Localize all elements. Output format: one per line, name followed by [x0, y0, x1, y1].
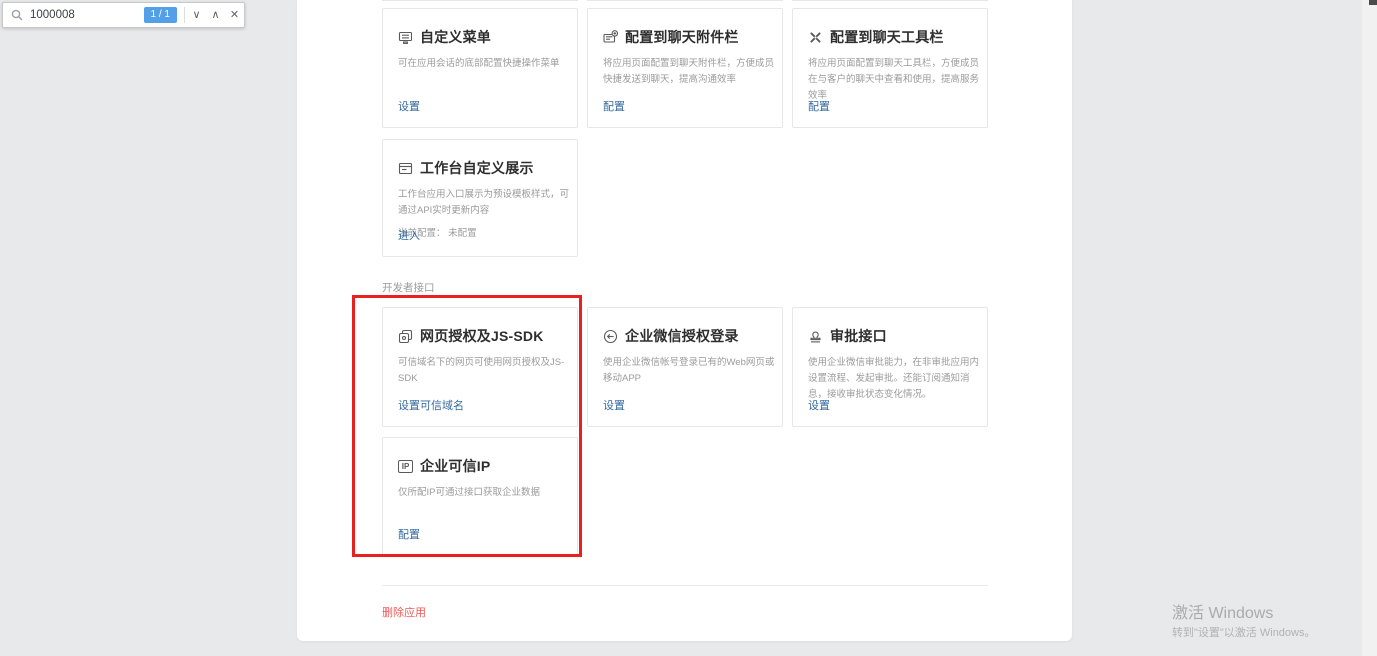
watermark-subtitle: 转到"设置"以激活 Windows。 [1172, 626, 1316, 640]
windows-activation-watermark: 激活 Windows 转到"设置"以激活 Windows。 [1172, 604, 1316, 640]
find-bar-divider [184, 7, 185, 23]
card-title: 工作台自定义展示 [420, 158, 534, 178]
chat-toolbar-icon [808, 30, 823, 45]
trusted-ip-icon: IP [398, 460, 413, 473]
chat-toolbar-configure-link[interactable]: 配置 [808, 98, 830, 114]
workbench-enter-link[interactable]: 进入 [398, 227, 420, 243]
card-header: 企业微信授权登录 [603, 326, 768, 346]
card-title: 企业微信授权登录 [625, 326, 739, 346]
card-desc: 使用企业微信审批能力，在非审批应用内设置流程、发起审批。还能订阅通知消息，接收审… [808, 355, 980, 403]
card-title: 企业可信IP [420, 456, 490, 476]
trusted-ip-configure-link[interactable]: 配置 [398, 526, 420, 542]
cut-card-edge [792, 0, 988, 1]
scrollbar-corner [1369, 0, 1377, 5]
footer-divider [382, 585, 988, 586]
scrollbar-track[interactable] [1362, 0, 1377, 656]
card-header: 工作台自定义展示 [398, 158, 563, 178]
card-header: 自定义菜单 [398, 27, 563, 47]
card-desc: 使用企业微信帐号登录已有的Web网页或移动APP [603, 355, 775, 387]
wecom-login-settings-link[interactable]: 设置 [603, 397, 625, 413]
workbench-window-icon [398, 161, 413, 176]
card-title: 网页授权及JS-SDK [420, 326, 544, 346]
card-header: IP 企业可信IP [398, 456, 563, 476]
developer-api-section-label: 开发者接口 [382, 280, 435, 295]
card-title: 配置到聊天附件栏 [625, 27, 739, 47]
find-previous-button[interactable]: ∧ [206, 4, 225, 26]
card-trusted-ip: IP 企业可信IP 仅所配IP可通过接口获取企业数据 配置 [382, 437, 578, 556]
card-web-auth-jssdk: 网页授权及JS-SDK 可信域名下的网页可使用网页授权及JS-SDK 设置可信域… [382, 307, 578, 427]
card-desc: 可在应用会话的底部配置快捷操作菜单 [398, 56, 570, 72]
web-auth-copy-icon [398, 329, 413, 344]
approval-stamp-icon [808, 329, 823, 344]
card-chat-toolbar: 配置到聊天工具栏 将应用页面配置到聊天工具栏，方便成员在与客户的聊天中查看和使用… [792, 8, 988, 128]
match-count-badge: 1 / 1 [144, 7, 177, 23]
menu-icon [398, 30, 413, 45]
custom-menu-settings-link[interactable]: 设置 [398, 98, 420, 114]
delete-app-link[interactable]: 删除应用 [382, 604, 426, 620]
find-bar: 1 / 1 ∨ ∧ ✕ [2, 2, 245, 28]
card-header: 配置到聊天附件栏 [603, 27, 768, 47]
card-title: 自定义菜单 [420, 27, 491, 47]
card-approval-api: 审批接口 使用企业微信审批能力，在非审批应用内设置流程、发起审批。还能订阅通知消… [792, 307, 988, 427]
card-chat-attachment: 配置到聊天附件栏 将应用页面配置到聊天附件栏，方便成员快捷发送到聊天，提高沟通效… [587, 8, 783, 128]
cut-card-edge [587, 0, 783, 1]
app-settings-panel: 自定义菜单 可在应用会话的底部配置快捷操作菜单 设置 配置到聊天附件栏 将应用页… [297, 0, 1072, 641]
card-wecom-auth-login: 企业微信授权登录 使用企业微信帐号登录已有的Web网页或移动APP 设置 [587, 307, 783, 427]
chat-attachment-configure-link[interactable]: 配置 [603, 98, 625, 114]
cut-card-edge [382, 0, 578, 1]
set-trusted-domain-link[interactable]: 设置可信域名 [398, 397, 464, 413]
card-title: 配置到聊天工具栏 [830, 27, 944, 47]
auth-login-icon [603, 329, 618, 344]
search-icon [11, 9, 23, 21]
card-title: 审批接口 [830, 326, 887, 346]
card-desc: 工作台应用入口展示为预设模板样式，可通过API实时更新内容 [398, 187, 570, 219]
card-header: 配置到聊天工具栏 [808, 27, 973, 47]
find-input[interactable] [30, 9, 140, 21]
card-desc: 将应用页面配置到聊天附件栏，方便成员快捷发送到聊天，提高沟通效率 [603, 56, 775, 88]
workbench-current-config: 当前配置： 未配置 [398, 225, 563, 239]
card-desc: 仅所配IP可通过接口获取企业数据 [398, 485, 570, 501]
find-next-button[interactable]: ∨ [187, 4, 206, 26]
card-header: 网页授权及JS-SDK [398, 326, 563, 346]
card-workbench-display: 工作台自定义展示 工作台应用入口展示为预设模板样式，可通过API实时更新内容 当… [382, 139, 578, 257]
card-desc: 将应用页面配置到聊天工具栏，方便成员在与客户的聊天中查看和使用，提高服务效率 [808, 56, 980, 104]
card-desc: 可信域名下的网页可使用网页授权及JS-SDK [398, 355, 570, 387]
approval-settings-link[interactable]: 设置 [808, 397, 830, 413]
chat-attachment-bar-icon [603, 30, 618, 45]
watermark-title: 激活 Windows [1172, 604, 1316, 623]
card-custom-menu: 自定义菜单 可在应用会话的底部配置快捷操作菜单 设置 [382, 8, 578, 128]
find-close-button[interactable]: ✕ [225, 4, 244, 26]
card-header: 审批接口 [808, 326, 973, 346]
